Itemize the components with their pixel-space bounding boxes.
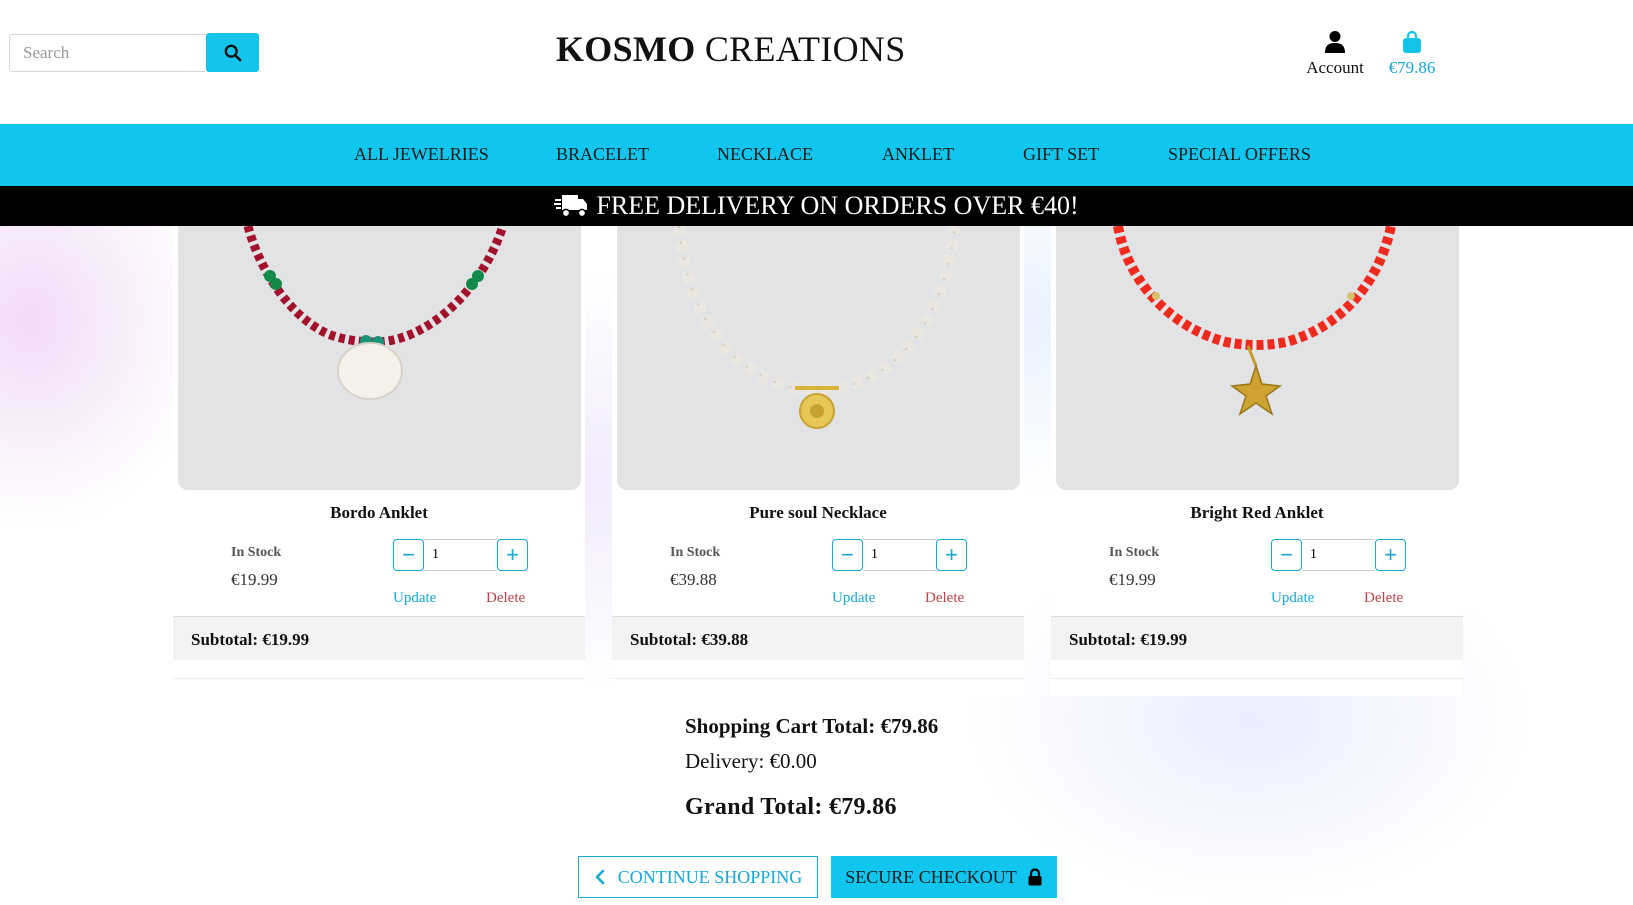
shopping-cart-total: Shopping Cart Total: €79.86 (685, 714, 939, 738)
nav-item-all-jewelries[interactable]: ALL JEWELRIES (354, 144, 489, 165)
search-icon (224, 44, 241, 61)
chevron-left-icon (595, 869, 605, 885)
product-price: €39.88 (670, 570, 717, 589)
nav-item-bracelet[interactable]: BRACELET (556, 144, 649, 165)
lock-icon (1028, 868, 1042, 886)
anklet-image (1113, 226, 1396, 416)
quantity-input[interactable] (424, 539, 497, 571)
necklace-image (673, 226, 961, 429)
nav-item-special-offers[interactable]: SPECIAL OFFERS (1168, 144, 1311, 165)
logo-bold: KOSMO (556, 29, 696, 69)
account-link[interactable]: Account (1300, 30, 1370, 78)
secure-checkout-label: SECURE CHECKOUT (845, 866, 1017, 887)
cart-item-card: Bordo Anklet In Stock €19.99 − + Update … (173, 226, 585, 696)
delete-link[interactable]: Delete (486, 590, 525, 607)
stock-status: In Stock (1109, 545, 1160, 560)
product-price: €19.99 (1109, 570, 1156, 589)
item-subtotal: Subtotal: €39.88 (612, 616, 1024, 660)
delete-link[interactable]: Delete (1364, 590, 1403, 607)
site-header: KOSMO CREATIONS Account €79.86 (0, 0, 1633, 124)
decrease-quantity-button[interactable]: − (832, 539, 863, 571)
delete-link[interactable]: Delete (925, 590, 964, 607)
search-button[interactable] (206, 33, 259, 72)
increase-quantity-button[interactable]: + (1375, 539, 1406, 571)
decrease-quantity-button[interactable]: − (393, 539, 424, 571)
product-name[interactable]: Pure soul Necklace (612, 503, 1024, 523)
quantity-input[interactable] (863, 539, 936, 571)
nav-item-anklet[interactable]: ANKLET (882, 144, 954, 165)
anklet-image (243, 226, 508, 400)
grand-total: Grand Total: €79.86 (685, 794, 897, 820)
card-divider (612, 678, 1024, 679)
shopping-bag-icon (1403, 30, 1421, 53)
main-nav: ALL JEWELRIES BRACELET NECKLACE ANKLET G… (0, 124, 1633, 186)
quantity-stepper: − + (832, 539, 967, 571)
product-image[interactable] (1056, 226, 1459, 490)
update-link[interactable]: Update (832, 590, 875, 607)
continue-shopping-label: CONTINUE SHOPPING (617, 866, 803, 887)
card-divider (173, 678, 585, 679)
secure-checkout-button[interactable]: SECURE CHECKOUT (831, 856, 1057, 898)
product-price: €19.99 (231, 570, 278, 589)
decrease-quantity-button[interactable]: − (1271, 539, 1302, 571)
order-summary: Shopping Cart Total: €79.86 Delivery: €0… (685, 714, 938, 821)
product-image[interactable] (178, 226, 581, 490)
update-link[interactable]: Update (393, 590, 436, 607)
quantity-input[interactable] (1302, 539, 1375, 571)
site-logo[interactable]: KOSMO CREATIONS (556, 28, 906, 70)
cart-link[interactable]: €79.86 (1382, 30, 1442, 78)
free-delivery-banner: FREE DELIVERY ON ORDERS OVER €40! (0, 186, 1633, 226)
increase-quantity-button[interactable]: + (497, 539, 528, 571)
search-input[interactable] (9, 34, 206, 72)
item-subtotal: Subtotal: €19.99 (1051, 616, 1463, 660)
stock-status: In Stock (231, 545, 282, 560)
delivery-cost: Delivery: €0.00 (685, 749, 817, 773)
update-link[interactable]: Update (1271, 590, 1314, 607)
product-name[interactable]: Bordo Anklet (173, 503, 585, 523)
cart-item-card: Pure soul Necklace In Stock €39.88 − + U… (612, 226, 1024, 696)
item-subtotal: Subtotal: €19.99 (173, 616, 585, 660)
product-name[interactable]: Bright Red Anklet (1051, 503, 1463, 523)
product-image[interactable] (617, 226, 1020, 490)
nav-item-necklace[interactable]: NECKLACE (717, 144, 813, 165)
banner-text: FREE DELIVERY ON ORDERS OVER €40! (596, 191, 1079, 220)
nav-item-gift-set[interactable]: GIFT SET (1023, 144, 1099, 165)
cart-item-card: Bright Red Anklet In Stock €19.99 − + Up… (1051, 226, 1463, 696)
stock-status: In Stock (670, 545, 721, 560)
logo-rest: CREATIONS (695, 29, 906, 69)
cart-total-label: €79.86 (1388, 58, 1436, 77)
search-bar (9, 33, 259, 72)
quantity-stepper: − + (393, 539, 528, 571)
account-label: Account (1306, 58, 1364, 77)
delivery-truck-icon (554, 195, 588, 218)
quantity-stepper: − + (1271, 539, 1406, 571)
continue-shopping-button[interactable]: CONTINUE SHOPPING (578, 856, 818, 898)
user-icon (1325, 31, 1345, 53)
card-divider (1051, 678, 1463, 679)
increase-quantity-button[interactable]: + (936, 539, 967, 571)
